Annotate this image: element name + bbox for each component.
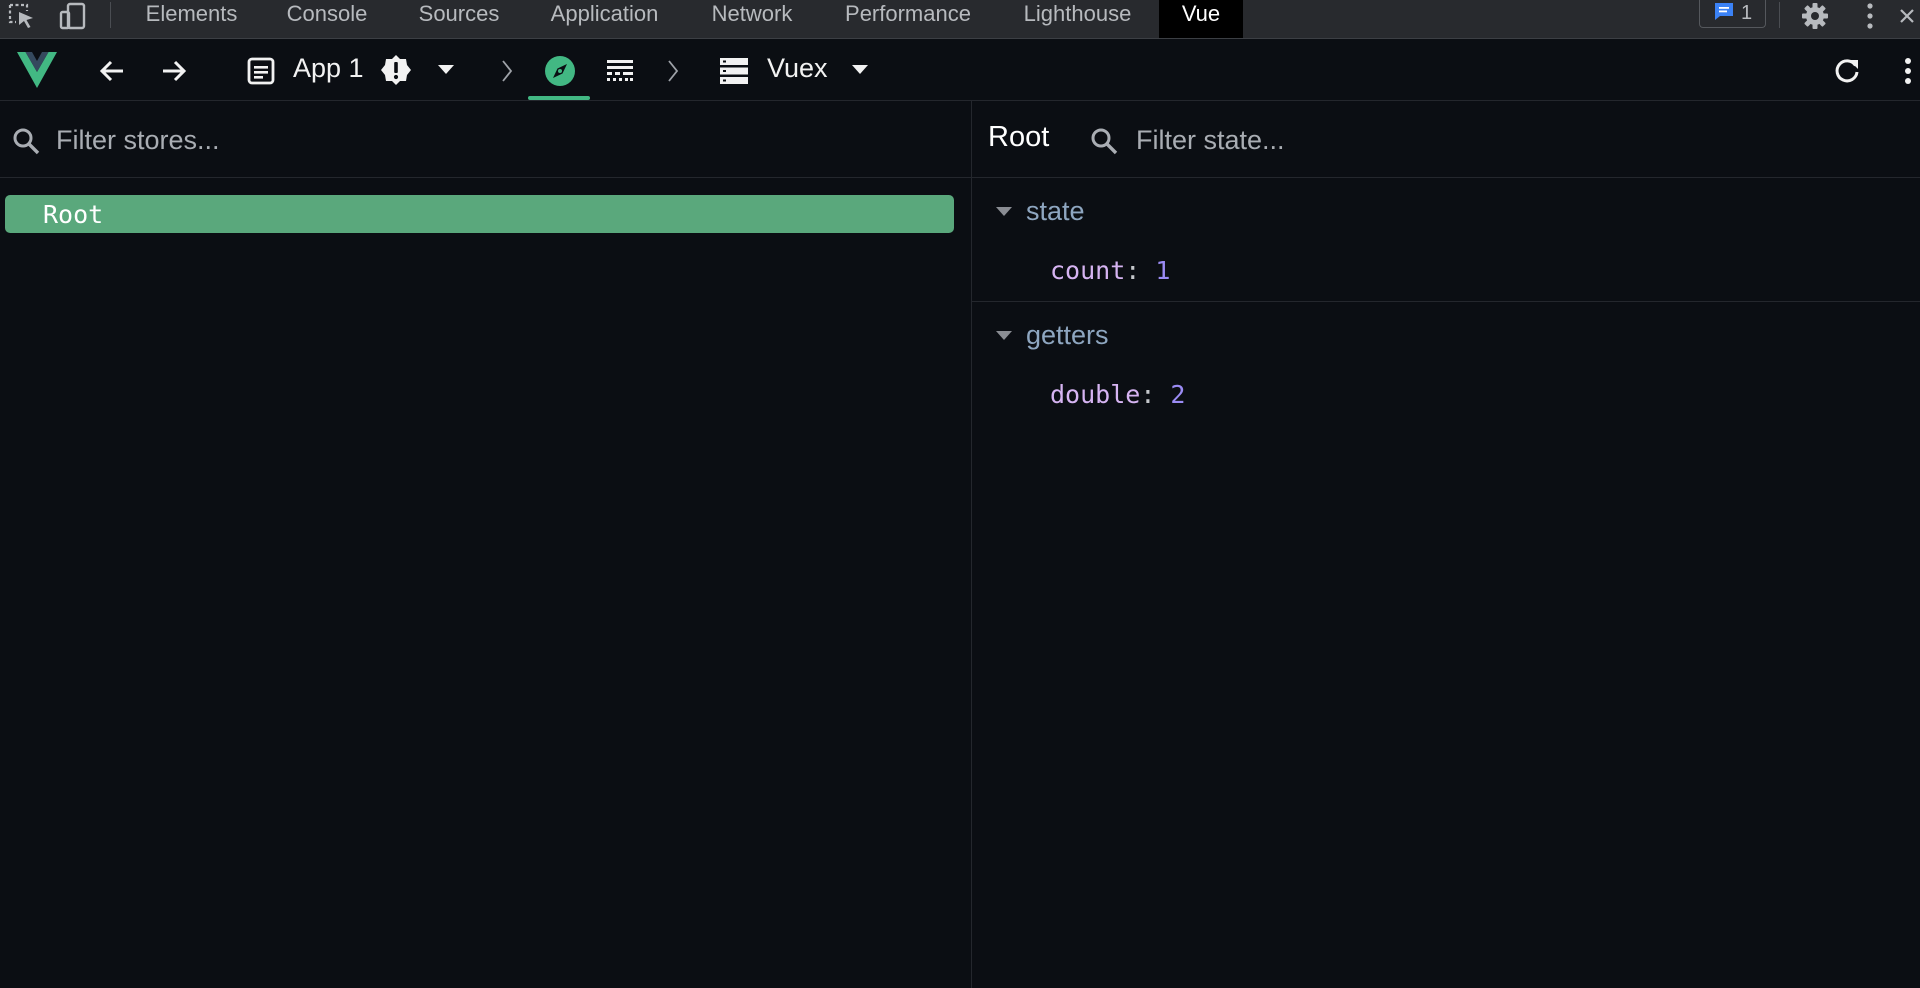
- section-title: getters: [1026, 320, 1109, 350]
- collapse-caret-icon[interactable]: [996, 207, 1012, 216]
- messages-count: 1: [1740, 2, 1753, 24]
- tab-sources[interactable]: Sources: [403, 0, 515, 38]
- device-toolbar-icon[interactable]: [56, 0, 90, 32]
- back-arrow-icon[interactable]: [95, 54, 129, 88]
- property-value[interactable]: 2: [1170, 380, 1185, 409]
- tab-lighthouse[interactable]: Lighthouse: [1006, 0, 1149, 38]
- collapse-caret-icon[interactable]: [996, 331, 1012, 340]
- state-pane-title: Root: [988, 121, 1050, 153]
- property-colon: :: [1125, 256, 1156, 285]
- forward-arrow-icon[interactable]: [157, 54, 191, 88]
- getter-property-row[interactable]: double: 2: [1050, 380, 1185, 409]
- tab-vue[interactable]: Vue: [1159, 0, 1243, 38]
- section-title: state: [1026, 196, 1085, 226]
- tab-elements[interactable]: Elements: [130, 0, 253, 38]
- property-key: count: [1050, 256, 1126, 285]
- more-options-icon[interactable]: [1900, 54, 1916, 88]
- tab-console[interactable]: Console: [268, 0, 386, 38]
- state-property-row[interactable]: count: 1: [1050, 256, 1170, 285]
- settings-icon[interactable]: [1798, 0, 1832, 32]
- messages-badge[interactable]: 1: [1699, 0, 1766, 28]
- app-icon[interactable]: [245, 55, 277, 87]
- active-nav-indicator: [528, 96, 590, 100]
- tab-network[interactable]: Network: [696, 0, 808, 38]
- property-key: double: [1050, 380, 1141, 409]
- inspector-selector-label[interactable]: Vuex: [767, 53, 828, 84]
- stores-search-bar: [0, 101, 971, 178]
- stores-pane: Root: [0, 101, 971, 988]
- close-devtools-icon[interactable]: [1896, 0, 1918, 32]
- search-icon: [12, 127, 40, 160]
- app-dropdown-icon[interactable]: [435, 60, 457, 80]
- state-pane: Root state count: 1 getters double: 2: [971, 101, 1920, 988]
- tab-performance[interactable]: Performance: [829, 0, 987, 38]
- inspector-dropdown-icon[interactable]: [849, 60, 871, 80]
- store-item-label: Root: [43, 199, 104, 229]
- toolbar-divider: [110, 2, 111, 28]
- section-header-state[interactable]: state: [996, 196, 1085, 227]
- tab-application[interactable]: Application: [533, 0, 676, 38]
- timeline-icon[interactable]: [602, 56, 638, 86]
- stores-search-input[interactable]: [54, 121, 934, 159]
- breadcrumb-chevron-icon: [497, 56, 517, 86]
- devtools-tab-bar: Elements Console Sources Application Net…: [0, 0, 1920, 39]
- property-value[interactable]: 1: [1155, 256, 1170, 285]
- search-icon: [1090, 127, 1118, 160]
- more-options-icon[interactable]: [1855, 0, 1885, 32]
- refresh-icon[interactable]: [1830, 54, 1864, 88]
- store-item-root[interactable]: Root: [5, 195, 954, 233]
- vue-devtools-toolbar: App 1 Vuex: [0, 40, 1920, 101]
- section-divider: [972, 301, 1920, 302]
- warning-icon[interactable]: [379, 53, 413, 87]
- inspect-element-icon[interactable]: [6, 0, 38, 32]
- state-search-input[interactable]: [1134, 121, 1894, 159]
- storage-icon[interactable]: [717, 55, 751, 87]
- messages-icon: [1713, 0, 1735, 28]
- compass-icon[interactable]: [541, 52, 579, 90]
- section-header-getters[interactable]: getters: [996, 320, 1109, 351]
- toolbar-divider: [1779, 2, 1780, 28]
- state-header: Root: [972, 101, 1920, 178]
- property-colon: :: [1140, 380, 1171, 409]
- breadcrumb-chevron-icon: [663, 56, 683, 86]
- vue-logo-icon: [14, 48, 60, 92]
- app-selector-label[interactable]: App 1: [293, 53, 364, 84]
